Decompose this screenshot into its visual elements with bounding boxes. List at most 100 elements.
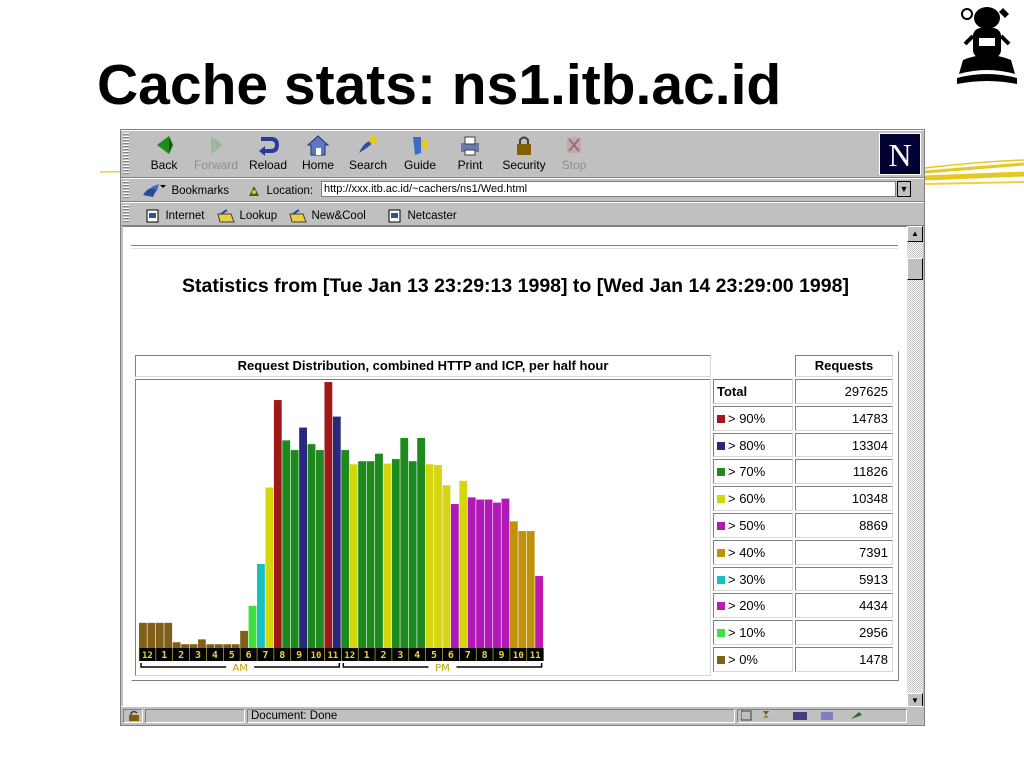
chart-title-cell: Request Distribution, combined HTTP and … — [135, 355, 711, 377]
navigation-toolbar: Back Forward Reload Home Search Guide Print Sec… — [121, 130, 924, 178]
legend-value: 8869 — [795, 513, 893, 538]
slide-title: Cache stats: ns1.itb.ac.id — [97, 53, 782, 117]
chart-bar — [290, 450, 299, 648]
legend-value: 11826 — [795, 459, 893, 485]
toolbar-button-label: Security — [502, 158, 546, 172]
chart-bar — [307, 444, 316, 648]
x-tick-label: 4 — [414, 650, 420, 661]
legend-threshold: > 60% — [728, 491, 766, 507]
chart-bar — [299, 427, 307, 648]
legend-entry: > 20% — [717, 598, 765, 613]
x-tick-label: 8 — [482, 650, 488, 661]
stop-icon — [567, 137, 581, 153]
stats-heading: Statistics from [Tue Jan 13 23:29:13 199… — [182, 275, 849, 297]
legend-value: 7391 — [795, 539, 893, 565]
chart-bar — [341, 450, 350, 648]
chart-bar — [282, 440, 291, 648]
back-button[interactable]: Back — [139, 133, 189, 175]
period-label: AM — [232, 663, 247, 674]
url-dropdown-button[interactable]: ▼ — [897, 181, 911, 197]
chart-bar — [526, 531, 535, 648]
personal-item-label: Internet — [165, 209, 205, 222]
component-icons[interactable] — [740, 710, 901, 721]
chart-bar — [189, 644, 198, 648]
netscape-logo[interactable]: N — [879, 133, 921, 175]
x-tick-label: 12 — [142, 651, 153, 661]
x-tick-label: 10 — [513, 651, 524, 661]
legend-entry: > 50% — [717, 518, 765, 533]
x-tick-label: 11 — [530, 651, 541, 661]
chart-bar — [518, 531, 527, 648]
total-label: Total — [713, 379, 793, 404]
chart-bar — [484, 499, 493, 648]
location-toolbar: Bookmarks Location: http://xxx.itb.ac.id… — [121, 178, 924, 202]
total-text: Total — [717, 384, 748, 399]
chart-bar — [164, 622, 173, 648]
chart-bar — [535, 576, 544, 648]
security-status-cell[interactable] — [123, 709, 143, 723]
legend-threshold: > 40% — [728, 544, 766, 560]
chart-bar — [223, 644, 232, 648]
search-button[interactable]: Search — [343, 133, 393, 175]
horizontal-rule — [131, 245, 898, 249]
toolbar-button-label: Stop — [561, 158, 587, 172]
x-tick-label: 2 — [380, 650, 386, 661]
scroll-up-button[interactable]: ▲ — [907, 226, 923, 242]
guide-button[interactable]: Guide — [395, 133, 445, 175]
personal-grip[interactable] — [123, 205, 129, 223]
legend-label: > 20% — [713, 593, 793, 619]
legend-swatch — [717, 629, 725, 638]
stop-button[interactable]: Stop — [549, 133, 599, 175]
chart-bar — [375, 453, 383, 648]
legend-value: 2956 — [795, 620, 893, 645]
reload-button[interactable]: Reload — [243, 133, 293, 175]
x-tick-label: 5 — [431, 650, 437, 661]
legend-entry: > 40% — [717, 545, 765, 560]
chart-bar — [231, 644, 240, 648]
home-icon — [306, 135, 330, 156]
browser-window: Back Forward Reload Home Search Guide Print Sec… — [120, 129, 925, 726]
chart-bar — [240, 630, 248, 648]
home-button[interactable]: Home — [293, 133, 343, 175]
legend-value: 10348 — [795, 486, 893, 511]
personal-item-label: New&Cool — [311, 209, 366, 222]
chart-bar — [273, 400, 282, 648]
legend-swatch — [717, 575, 725, 584]
personal-item-netcaster[interactable]: Netcaster — [387, 207, 457, 225]
url-input[interactable]: http://xxx.itb.ac.id/~cachers/ns1/Wed.ht… — [321, 181, 896, 197]
search-icon — [359, 136, 377, 153]
chart-bar — [349, 464, 358, 648]
progress-cell — [145, 709, 245, 723]
x-tick-label: 4 — [212, 650, 218, 661]
security-button[interactable]: Security — [499, 133, 549, 175]
legend-label: > 0% — [713, 647, 793, 672]
x-tick-label: 8 — [279, 650, 285, 661]
chart-bar — [358, 461, 367, 648]
vertical-scrollbar[interactable]: ▲ ▼ — [907, 226, 923, 709]
x-tick-label: 10 — [311, 651, 322, 661]
personal-item-newcool[interactable]: New&Cool — [289, 207, 366, 225]
personal-item-lookup[interactable]: Lookup — [217, 207, 277, 225]
chart-bar — [408, 461, 417, 648]
x-tick-label: 3 — [397, 650, 403, 661]
location-grip[interactable] — [123, 181, 129, 199]
print-button[interactable]: Print — [445, 133, 495, 175]
personal-item-internet[interactable]: Internet — [145, 207, 204, 225]
legend-swatch — [717, 602, 725, 611]
legend-threshold: > 10% — [728, 625, 766, 641]
legend-threshold: > 20% — [728, 598, 766, 614]
legend-swatch — [717, 468, 725, 477]
legend-label: > 80% — [713, 432, 793, 458]
x-tick-label: 7 — [262, 650, 268, 661]
chart-bar — [476, 499, 485, 648]
bookmarks-button[interactable]: Bookmarks — [141, 182, 229, 199]
toolbar-grip[interactable] — [123, 133, 129, 175]
scroll-thumb[interactable] — [907, 258, 923, 280]
x-tick-label: 11 — [327, 651, 338, 661]
legend-label: > 50% — [713, 513, 793, 538]
legend-threshold: > 80% — [728, 437, 766, 453]
chart-bar — [442, 485, 451, 648]
forward-button[interactable]: Forward — [191, 133, 241, 175]
x-tick-label: 6 — [448, 650, 454, 661]
chart-bar — [391, 459, 400, 648]
